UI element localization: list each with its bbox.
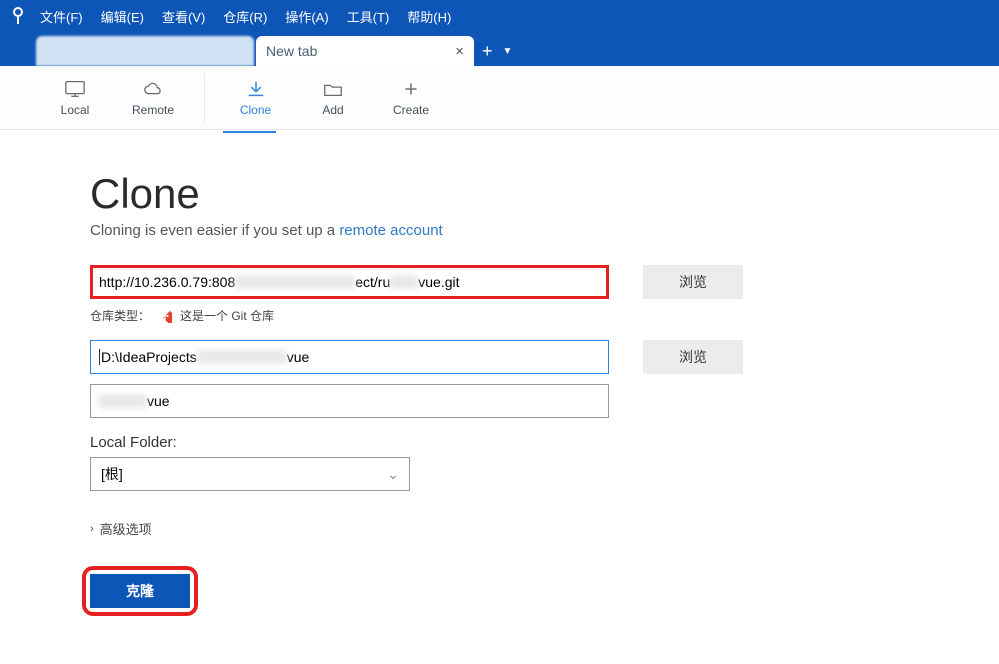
tool-add[interactable]: Add — [294, 73, 372, 123]
menu-help[interactable]: 帮助(H) — [407, 7, 451, 26]
clone-button-highlight: 克隆 — [90, 574, 190, 608]
tool-label: Clone — [240, 103, 271, 117]
tab-active[interactable]: New tab × — [256, 36, 474, 66]
menu-bar: 文件(F) 编辑(E) 查看(V) 仓库(R) 操作(A) 工具(T) 帮助(H… — [40, 7, 451, 26]
tab-inactive[interactable] — [36, 36, 254, 66]
local-folder-select[interactable]: [根] ⌄ — [90, 457, 410, 491]
menu-actions[interactable]: 操作(A) — [285, 7, 328, 26]
tool-label: Create — [393, 103, 429, 117]
plus-icon — [400, 79, 422, 99]
app-logo-icon — [8, 6, 28, 26]
cloud-icon — [142, 79, 164, 99]
download-icon — [245, 79, 267, 99]
source-url-input[interactable]: http://10.236.0.79:808xxxxxxxxxxxxect/ru… — [90, 265, 609, 299]
advanced-options-toggle[interactable]: › 高级选项 — [90, 519, 909, 538]
tool-local[interactable]: Local — [36, 73, 114, 123]
toolbar: Local Remote Clone Add Create — [0, 66, 999, 130]
content: Clone Cloning is even easier if you set … — [0, 130, 999, 648]
tool-label: Remote — [132, 103, 174, 117]
local-folder-label: Local Folder: — [90, 434, 909, 451]
tool-remote[interactable]: Remote — [114, 73, 192, 123]
page-subtitle: Cloning is even easier if you set up a r… — [90, 222, 909, 239]
titlebar: 文件(F) 编辑(E) 查看(V) 仓库(R) 操作(A) 工具(T) 帮助(H… — [0, 0, 999, 32]
chevron-down-icon: ⌄ — [387, 466, 399, 483]
remote-account-link[interactable]: remote account — [339, 222, 442, 239]
folder-icon — [322, 79, 344, 99]
tab-menu-caret-icon[interactable]: ▼ — [503, 46, 513, 57]
tool-label: Local — [61, 103, 90, 117]
tab-label: New tab — [266, 43, 317, 59]
tab-bar: New tab × + ▼ — [0, 32, 999, 66]
repo-type-label: 仓库类型： — [90, 307, 150, 324]
chevron-right-icon: › — [90, 523, 94, 535]
clone-button[interactable]: 克隆 — [90, 574, 190, 608]
new-tab-icon[interactable]: + — [482, 41, 493, 62]
page-title: Clone — [90, 170, 909, 218]
repo-type-row: 仓库类型： 这是一个 Git 仓库 — [90, 307, 909, 324]
repo-type-text: 这是一个 Git 仓库 — [180, 307, 274, 324]
tool-clone[interactable]: Clone — [204, 73, 294, 123]
monitor-icon — [64, 79, 86, 99]
browse-source-button[interactable]: 浏览 — [643, 265, 743, 299]
close-icon[interactable]: × — [455, 43, 464, 60]
menu-edit[interactable]: 编辑(E) — [101, 7, 144, 26]
tab-actions: + ▼ — [474, 36, 520, 66]
menu-view[interactable]: 查看(V) — [162, 7, 205, 26]
tool-create[interactable]: Create — [372, 73, 450, 123]
advanced-label: 高级选项 — [100, 519, 152, 538]
tool-label: Add — [322, 103, 343, 117]
select-value: [根] — [101, 464, 123, 484]
git-icon — [158, 309, 172, 323]
destination-path-input[interactable]: D:\IdeaProjectsxxxxxxxxvue — [90, 340, 609, 374]
menu-tools[interactable]: 工具(T) — [347, 7, 390, 26]
menu-repo[interactable]: 仓库(R) — [223, 7, 267, 26]
menu-file[interactable]: 文件(F) — [40, 7, 83, 26]
name-input[interactable]: xxxxvue — [90, 384, 609, 418]
browse-dest-button[interactable]: 浏览 — [643, 340, 743, 374]
